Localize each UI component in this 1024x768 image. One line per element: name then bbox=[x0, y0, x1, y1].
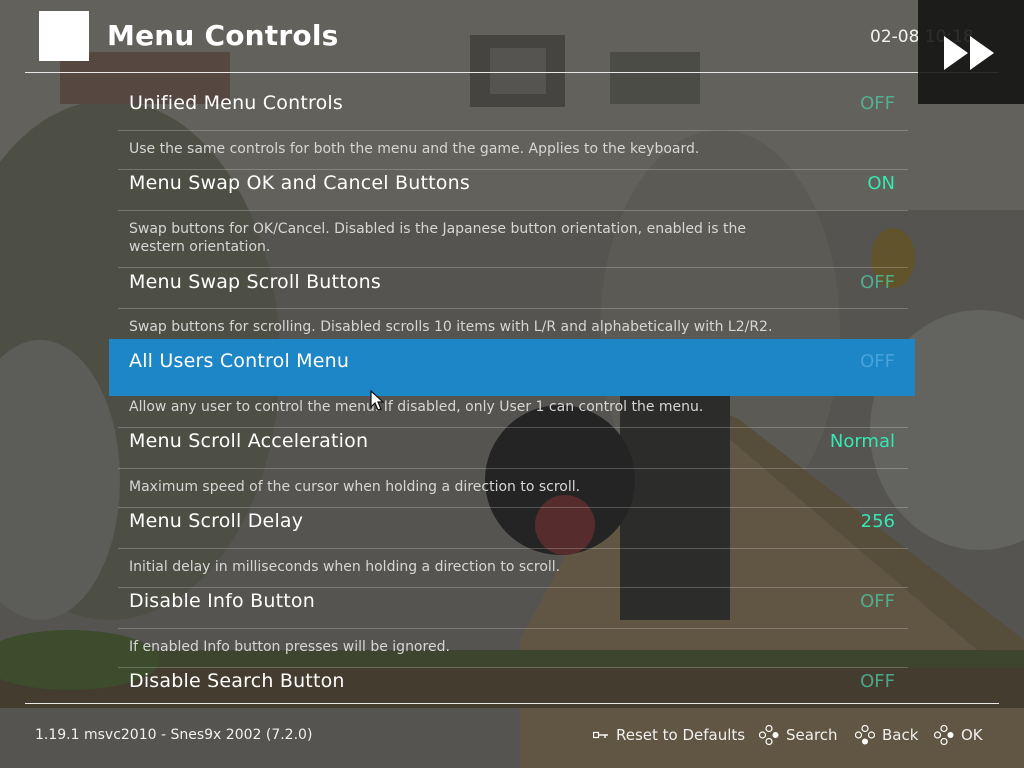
option-description: Allow any user to control the menu. If d… bbox=[129, 399, 704, 415]
option-description: Maximum speed of the cursor when holding… bbox=[129, 479, 581, 495]
fast-forward-indicator bbox=[918, 0, 1024, 104]
option-value: ON bbox=[867, 173, 895, 194]
option-label: Unified Menu Controls bbox=[129, 92, 343, 114]
option-label: Menu Scroll Delay bbox=[129, 510, 304, 532]
option-value: OFF bbox=[860, 671, 895, 692]
option-value: Normal bbox=[829, 431, 895, 452]
row-divider bbox=[118, 468, 908, 469]
option-label: All Users Control Menu bbox=[129, 350, 350, 372]
option-value: OFF bbox=[860, 93, 895, 114]
gamepad-buttons-icon bbox=[934, 725, 954, 745]
option-description: Initial delay in milliseconds when holdi… bbox=[129, 559, 561, 575]
row-divider bbox=[118, 548, 908, 549]
header: Menu Controls 02-08 10:18 bbox=[0, 0, 1024, 76]
option-label: Menu Swap Scroll Buttons bbox=[129, 271, 382, 293]
search-hint[interactable]: Search bbox=[759, 725, 838, 745]
option-value: OFF bbox=[860, 591, 895, 612]
row-divider bbox=[118, 308, 908, 309]
hint-label: Search bbox=[786, 726, 838, 744]
header-divider bbox=[25, 72, 999, 73]
option-value: OFF bbox=[860, 351, 895, 372]
mouse-cursor-icon bbox=[370, 390, 384, 411]
reset-to-defaults-hint[interactable]: Reset to Defaults bbox=[593, 725, 745, 745]
row-divider bbox=[118, 628, 908, 629]
fast-forward-icon bbox=[944, 36, 994, 70]
option-description: If enabled Info button presses will be i… bbox=[129, 639, 450, 655]
gamepad-buttons-icon bbox=[759, 725, 779, 745]
hint-label: OK bbox=[961, 726, 983, 744]
key-icon bbox=[593, 731, 608, 739]
option-label: Menu Swap OK and Cancel Buttons bbox=[129, 172, 470, 194]
option-label: Disable Info Button bbox=[129, 590, 315, 612]
option-description: Use the same controls for both the menu … bbox=[129, 141, 700, 157]
option-all-users-control-menu[interactable]: All Users Control Menu OFF bbox=[109, 339, 915, 396]
row-divider bbox=[118, 130, 908, 131]
back-hint[interactable]: Back bbox=[855, 725, 918, 745]
gamepad-buttons-icon bbox=[855, 725, 875, 745]
footer-divider bbox=[25, 703, 999, 704]
footer: 1.19.1 msvc2010 - Snes9x 2002 (7.2.0) Re… bbox=[0, 700, 1024, 768]
option-label: Disable Search Button bbox=[129, 670, 345, 692]
option-description: Swap buttons for scrolling. Disabled scr… bbox=[129, 319, 773, 335]
row-divider bbox=[118, 210, 908, 211]
option-description: Swap buttons for OK/Cancel. Disabled is … bbox=[129, 221, 746, 255]
hint-label: Reset to Defaults bbox=[616, 726, 746, 744]
page-title: Menu Controls bbox=[107, 19, 339, 52]
ok-hint[interactable]: OK bbox=[934, 725, 983, 745]
hint-label: Back bbox=[882, 726, 919, 744]
option-value: OFF bbox=[860, 272, 895, 293]
option-value: 256 bbox=[860, 511, 895, 532]
option-label: Menu Scroll Acceleration bbox=[129, 430, 369, 452]
version-label: 1.19.1 msvc2010 - Snes9x 2002 (7.2.0) bbox=[35, 727, 313, 743]
core-logo bbox=[39, 11, 89, 61]
